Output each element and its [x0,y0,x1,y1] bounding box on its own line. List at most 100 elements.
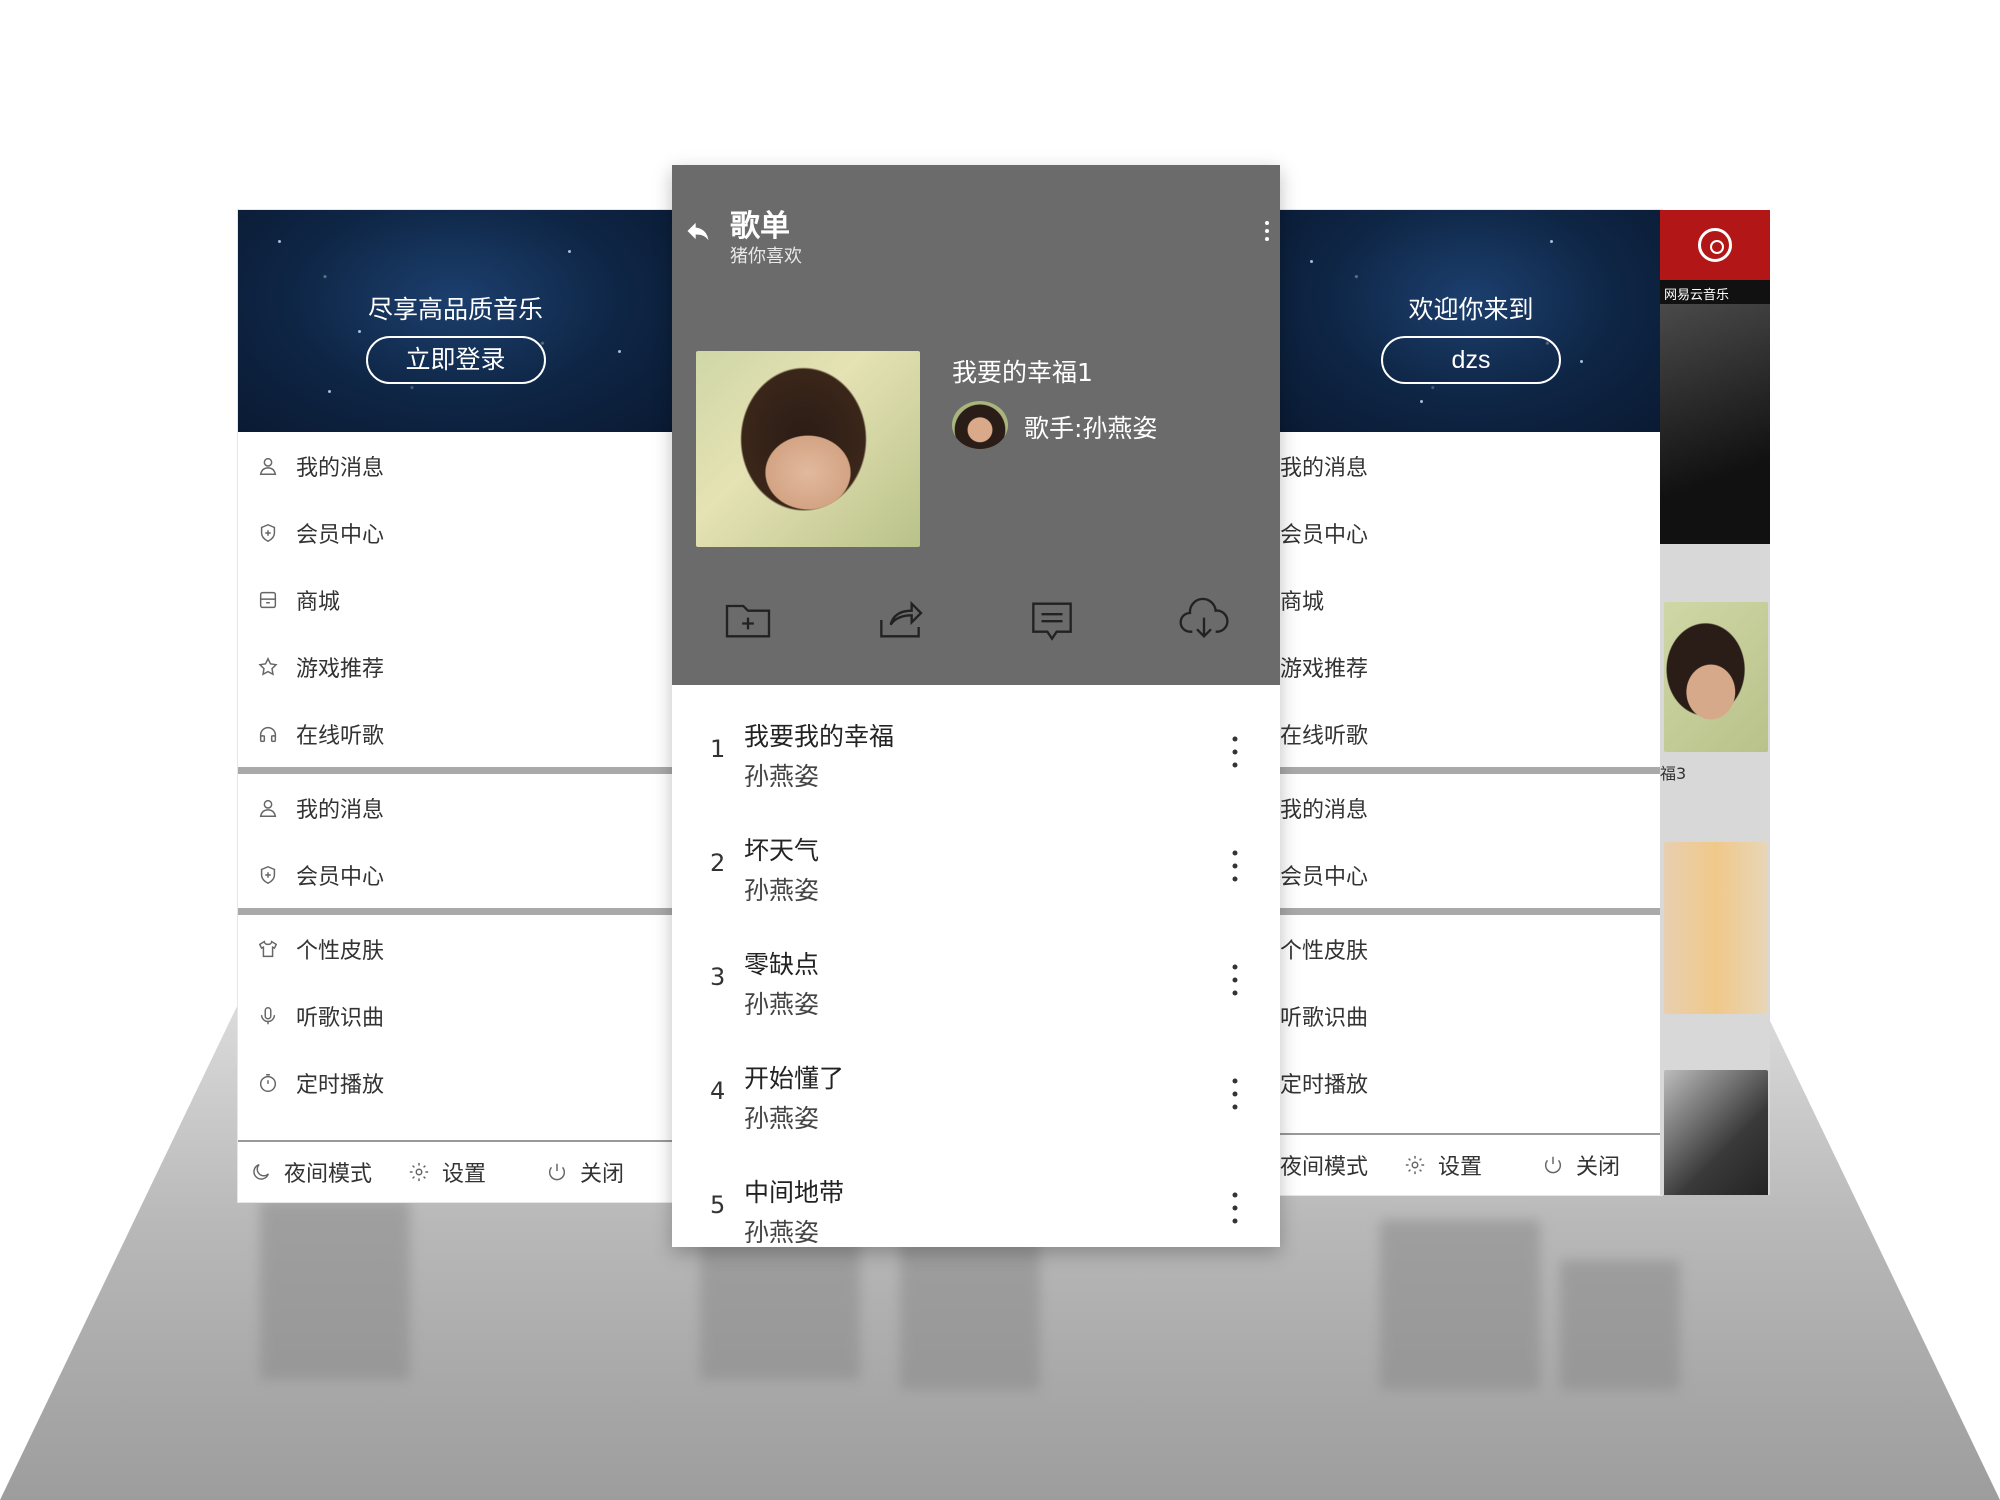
menu-item-store[interactable]: 商城 [1280,566,1662,633]
song-row[interactable]: 2 坏天气 孙燕姿 [672,799,1280,913]
more-vertical-icon[interactable] [1232,1077,1238,1111]
menu-item-timer[interactable]: 定时播放 [238,1049,673,1116]
song-row[interactable]: 4 开始懂了 孙燕姿 [672,1027,1280,1141]
more-vertical-icon[interactable] [1264,219,1270,243]
menu-item-games[interactable]: 游戏推荐 [238,633,673,700]
user-icon [256,454,280,478]
username-button[interactable]: dzs [1381,336,1561,384]
page-title: 歌单 [730,209,790,244]
left-drawer: 尽享高品质音乐 立即登录 我的消息 会员中心 商城 游戏推荐 在线听歌 我的消息… [238,210,673,1202]
folder-add-icon[interactable] [720,592,776,648]
store-icon [256,588,280,612]
night-mode-button[interactable]: 夜间模式 [1280,1149,1368,1181]
app-topbar [1660,210,1770,280]
song-row[interactable]: 3 零缺点 孙燕姿 [672,913,1280,1027]
menu-item-label: 会员中心 [1280,522,1369,548]
share-icon[interactable] [872,592,928,648]
song-artist: 孙燕姿 [744,762,820,791]
singer-name: 歌手:孙燕姿 [1024,414,1158,443]
back-icon[interactable] [684,217,712,245]
album-tile[interactable] [1664,602,1768,752]
menu-item-messages[interactable]: 我的消息 [238,432,673,499]
song-name: 零缺点 [744,950,820,979]
menu-item-label: 游戏推荐 [296,656,385,682]
settings-label: 设置 [1438,1155,1483,1180]
menu-item-recognize[interactable]: 听歌识曲 [238,982,673,1049]
menu-item-games[interactable]: 游戏推荐 [1280,633,1662,700]
star-icon [256,655,280,679]
album-tile[interactable] [1664,1070,1768,1195]
download-icon[interactable] [1176,592,1232,648]
album-cover[interactable] [696,351,920,547]
menu-item-messages[interactable]: 我的消息 [1280,774,1662,841]
menu-item-label: 定时播放 [296,1072,385,1098]
menu-group-3: 个性皮肤 听歌识曲 定时播放 [1280,915,1662,1116]
moon-icon [253,1163,270,1180]
settings-button[interactable]: 设置 [408,1156,486,1188]
song-row[interactable]: 5 中间地带 孙燕姿 [672,1141,1280,1247]
more-vertical-icon[interactable] [1232,735,1238,769]
playlist-header: 歌单 猪你喜欢 我要的幸福1 歌手:孙燕姿 [672,165,1280,685]
more-vertical-icon[interactable] [1232,1191,1238,1225]
singer-avatar[interactable] [952,401,1008,449]
more-vertical-icon[interactable] [1232,849,1238,883]
menu-item-timer[interactable]: 定时播放 [1280,1049,1662,1116]
album-tile[interactable] [1664,842,1768,1014]
menu-item-messages[interactable]: 我的消息 [238,774,673,841]
night-mode-button[interactable]: 夜间模式 [250,1156,372,1188]
menu-item-label: 听歌识曲 [1280,1005,1369,1031]
song-title: 我要的幸福1 [952,358,1093,387]
more-vertical-icon[interactable] [1232,963,1238,997]
microphone-icon [256,1004,280,1028]
menu-item-vip[interactable]: 会员中心 [238,841,673,908]
menu-item-label: 我的消息 [1280,455,1369,481]
album-label: 福3 [1660,764,1687,783]
song-artist: 孙燕姿 [744,1218,820,1247]
menu-item-vip[interactable]: 会员中心 [1280,499,1662,566]
song-name: 我要我的幸福 [744,722,895,751]
menu-item-recognize[interactable]: 听歌识曲 [1280,982,1662,1049]
drawer-footer: 夜间模式 设置 关闭 [238,1140,673,1202]
disc-icon [1698,228,1732,262]
settings-button[interactable]: 设置 [1404,1149,1482,1181]
login-button[interactable]: 立即登录 [365,336,546,384]
menu-item-label: 听歌识曲 [296,1005,385,1031]
song-number: 2 [710,849,726,877]
app-preview-strip: 网易云音乐 福3 [1660,210,1770,1195]
menu-group-3: 个性皮肤 听歌识曲 定时播放 [238,915,673,1116]
menu-item-online[interactable]: 在线听歌 [238,700,673,767]
shield-icon [256,521,280,545]
drawer-header-text: 欢迎你来到 [1408,295,1534,324]
song-row[interactable]: 1 我要我的幸福 孙燕姿 [672,685,1280,799]
menu-divider [1280,908,1662,915]
menu-item-label: 会员中心 [296,522,385,548]
menu-item-vip[interactable]: 会员中心 [1280,841,1662,908]
brand-label: 网易云音乐 [1660,280,1770,304]
menu-item-messages[interactable]: 我的消息 [1280,432,1662,499]
menu-item-label: 会员中心 [1280,864,1369,890]
gear-icon [1405,1155,1425,1175]
menu-item-label: 个性皮肤 [296,938,385,964]
menu-item-label: 会员中心 [296,864,385,890]
menu-item-online[interactable]: 在线听歌 [1280,700,1662,767]
shirt-icon [256,937,280,961]
drawer-header: 欢迎你来到 dzs [1280,210,1662,432]
song-artist: 孙燕姿 [744,1104,820,1133]
song-number: 5 [710,1191,726,1219]
close-label: 关闭 [1576,1155,1621,1180]
close-button[interactable]: 关闭 [1542,1149,1620,1181]
song-name: 中间地带 [744,1178,845,1207]
close-button[interactable]: 关闭 [546,1156,624,1188]
menu-item-vip[interactable]: 会员中心 [238,499,673,566]
song-artist: 孙燕姿 [744,876,820,905]
menu-divider [1280,767,1662,774]
power-icon [1545,1156,1562,1174]
menu-item-skin[interactable]: 个性皮肤 [1280,915,1662,982]
song-number: 3 [710,963,726,991]
menu-group-1: 我的消息 会员中心 商城 游戏推荐 在线听歌 [238,432,673,767]
menu-item-store[interactable]: 商城 [238,566,673,633]
menu-item-skin[interactable]: 个性皮肤 [238,915,673,982]
menu-item-label: 商城 [296,589,341,615]
menu-item-label: 游戏推荐 [1280,656,1369,682]
comment-icon[interactable] [1024,592,1080,648]
